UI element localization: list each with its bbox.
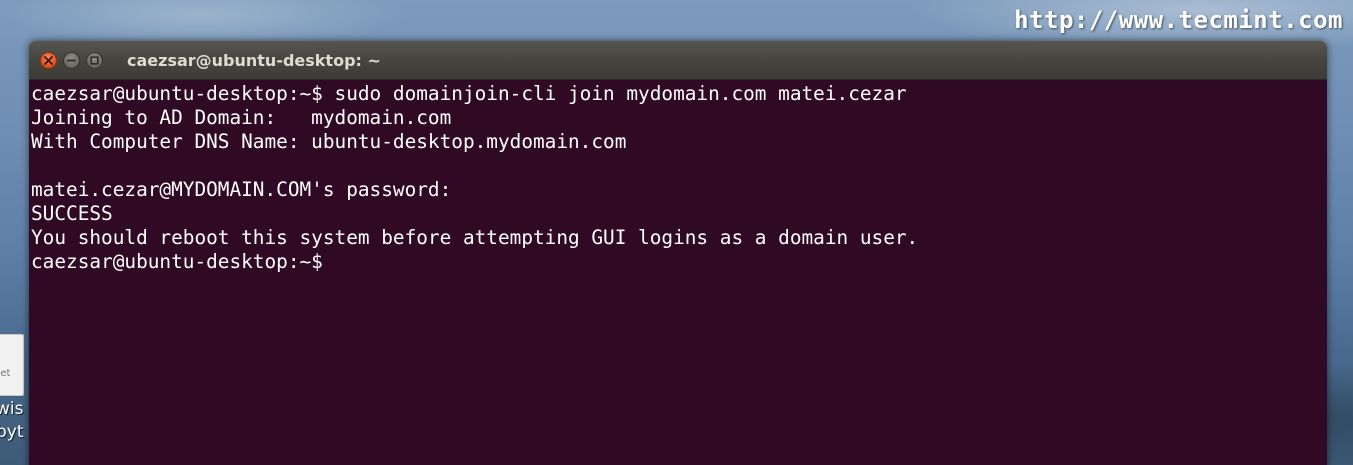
terminal-line: matei.cezar@MYDOMAIN.COM's password: bbox=[31, 178, 452, 201]
window-title: caezsar@ubuntu-desktop: ~ bbox=[127, 51, 381, 70]
desktop-file-name-line: wis bbox=[0, 399, 24, 419]
terminal-prompt-line: caezsar@ubuntu-desktop:~$ bbox=[31, 250, 335, 273]
maximize-button[interactable] bbox=[86, 52, 103, 69]
terminal-line: You should reboot this system before att… bbox=[31, 226, 919, 249]
close-icon bbox=[44, 56, 53, 65]
window-titlebar[interactable]: caezsar@ubuntu-desktop: ~ bbox=[29, 41, 1327, 80]
file-page-icon bbox=[0, 334, 24, 396]
close-button[interactable] bbox=[40, 52, 57, 69]
terminal-output[interactable]: caezsar@ubuntu-desktop:~$ sudo domainjoi… bbox=[29, 80, 1327, 465]
terminal-window: caezsar@ubuntu-desktop: ~ caezsar@ubuntu… bbox=[29, 41, 1327, 465]
watermark: http://www.tecmint.com bbox=[1014, 6, 1343, 34]
minimize-button[interactable] bbox=[63, 52, 80, 69]
terminal-line: SUCCESS bbox=[31, 202, 113, 225]
maximize-icon bbox=[90, 56, 99, 65]
terminal-line: caezsar@ubuntu-desktop:~$ sudo domainjoi… bbox=[31, 82, 907, 105]
terminal-line: Joining to AD Domain: mydomain.com bbox=[31, 106, 452, 129]
terminal-line: With Computer DNS Name: ubuntu-desktop.m… bbox=[31, 130, 627, 153]
desktop-file-name[interactable]: wis byt bbox=[0, 398, 30, 444]
file-icon-label: get bbox=[0, 368, 11, 379]
desktop-file-name-line: byt bbox=[0, 422, 24, 442]
desktop-file-icon[interactable]: get bbox=[0, 334, 24, 396]
minimize-icon bbox=[67, 59, 76, 62]
